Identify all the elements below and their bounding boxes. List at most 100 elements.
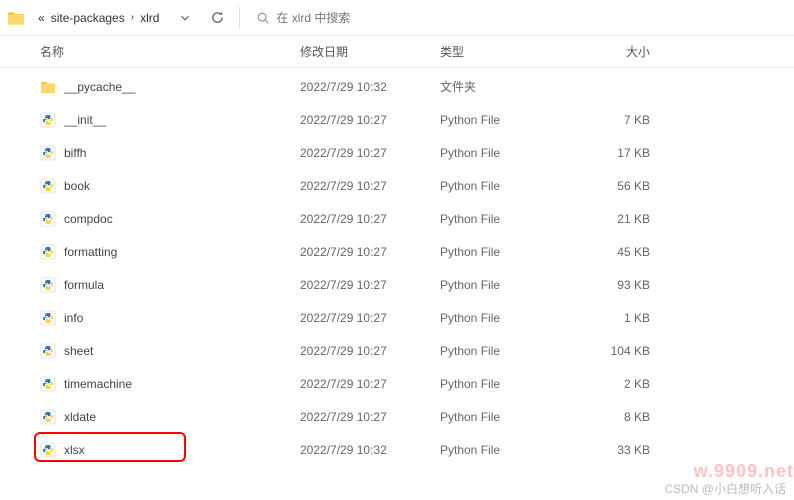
breadcrumb-current[interactable]: xlrd [140,11,159,25]
file-name: formula [64,278,104,292]
file-name: __init__ [64,113,106,127]
file-type: Python File [440,443,570,457]
column-header-size[interactable]: 大小 [570,43,670,60]
file-size: 8 KB [570,410,670,424]
python-file-icon [40,211,56,227]
file-name: book [64,179,90,193]
file-name: info [64,311,83,325]
file-size: 104 KB [570,344,670,358]
python-file-icon [40,178,56,194]
file-type: Python File [440,377,570,391]
file-name: __pycache__ [64,80,135,94]
folder-icon [40,79,56,95]
file-size: 17 KB [570,146,670,160]
file-date: 2022/7/29 10:27 [300,179,440,193]
file-name-cell: formatting [40,244,300,260]
file-type: Python File [440,245,570,259]
file-name: timemachine [64,377,132,391]
python-file-icon [40,343,56,359]
separator [239,7,240,29]
breadcrumb-prefix: « [38,11,45,25]
file-size: 7 KB [570,113,670,127]
file-date: 2022/7/29 10:32 [300,443,440,457]
watermark-csdn: CSDN @小白想听入话 [664,480,786,497]
watermark-url: w.9909.net [694,461,794,482]
python-file-icon [40,244,56,260]
python-file-icon [40,112,56,128]
python-file-icon [40,442,56,458]
file-name-cell: compdoc [40,211,300,227]
file-type: Python File [440,212,570,226]
file-name: sheet [64,344,93,358]
file-size: 93 KB [570,278,670,292]
file-row[interactable]: sheet 2022/7/29 10:27Python File104 KB [0,334,794,367]
file-name: formatting [64,245,117,259]
file-size: 45 KB [570,245,670,259]
python-file-icon [40,277,56,293]
file-row[interactable]: __init__ 2022/7/29 10:27Python File7 KB [0,103,794,136]
search-box[interactable] [248,4,788,32]
file-date: 2022/7/29 10:27 [300,212,440,226]
file-date: 2022/7/29 10:32 [300,80,440,94]
file-size: 2 KB [570,377,670,391]
file-name-cell: biffh [40,145,300,161]
file-row[interactable]: xldate 2022/7/29 10:27Python File8 KB [0,400,794,433]
toolbar: « site-packages › xlrd [0,0,794,36]
history-dropdown-button[interactable] [171,4,199,32]
file-type: Python File [440,146,570,160]
file-name: biffh [64,146,86,160]
file-type: Python File [440,179,570,193]
file-row[interactable]: xlsx 2022/7/29 10:32Python File33 KB [0,433,794,466]
file-name: compdoc [64,212,113,226]
file-name-cell: book [40,178,300,194]
file-row[interactable]: biffh 2022/7/29 10:27Python File17 KB [0,136,794,169]
file-row[interactable]: book 2022/7/29 10:27Python File56 KB [0,169,794,202]
search-input[interactable] [276,11,780,25]
python-file-icon [40,409,56,425]
file-name: xlsx [64,443,85,457]
file-row[interactable]: formula 2022/7/29 10:27Python File93 KB [0,268,794,301]
file-row[interactable]: __pycache__ 2022/7/29 10:32文件夹 [0,70,794,103]
file-size: 33 KB [570,443,670,457]
python-file-icon [40,376,56,392]
file-type: Python File [440,410,570,424]
file-row[interactable]: formatting 2022/7/29 10:27Python File45 K… [0,235,794,268]
file-date: 2022/7/29 10:27 [300,146,440,160]
refresh-button[interactable] [203,4,231,32]
column-header-type[interactable]: 类型 [440,43,570,60]
file-row[interactable]: compdoc 2022/7/29 10:27Python File21 KB [0,202,794,235]
file-size: 21 KB [570,212,670,226]
python-file-icon [40,310,56,326]
file-size: 56 KB [570,179,670,193]
column-header-name[interactable]: 名称 [40,43,300,60]
file-date: 2022/7/29 10:27 [300,245,440,259]
file-row[interactable]: timemachine 2022/7/29 10:27Python File2 K… [0,367,794,400]
file-row[interactable]: info 2022/7/29 10:27Python File1 KB [0,301,794,334]
file-list: __pycache__2022/7/29 10:32文件夹__init__202… [0,68,794,466]
file-type: Python File [440,278,570,292]
file-name-cell: timemachine [40,376,300,392]
file-name-cell: sheet [40,343,300,359]
search-icon [256,11,270,25]
file-date: 2022/7/29 10:27 [300,113,440,127]
file-size: 1 KB [570,311,670,325]
column-header-date[interactable]: 修改日期 [300,43,440,60]
file-date: 2022/7/29 10:27 [300,410,440,424]
file-name-cell: xlsx [40,442,300,458]
file-date: 2022/7/29 10:27 [300,377,440,391]
file-name-cell: __init__ [40,112,300,128]
file-date: 2022/7/29 10:27 [300,278,440,292]
file-name-cell: __pycache__ [40,79,300,95]
chevron-right-icon: › [131,12,134,23]
breadcrumb-parent[interactable]: site-packages [51,11,125,25]
breadcrumb[interactable]: « site-packages › xlrd [30,11,167,25]
file-name: xldate [64,410,96,424]
file-type: 文件夹 [440,78,570,95]
folder-icon [6,8,26,28]
file-date: 2022/7/29 10:27 [300,311,440,325]
file-date: 2022/7/29 10:27 [300,344,440,358]
column-headers: 名称 修改日期 类型 大小 [0,36,794,68]
file-type: Python File [440,344,570,358]
file-type: Python File [440,311,570,325]
file-type: Python File [440,113,570,127]
